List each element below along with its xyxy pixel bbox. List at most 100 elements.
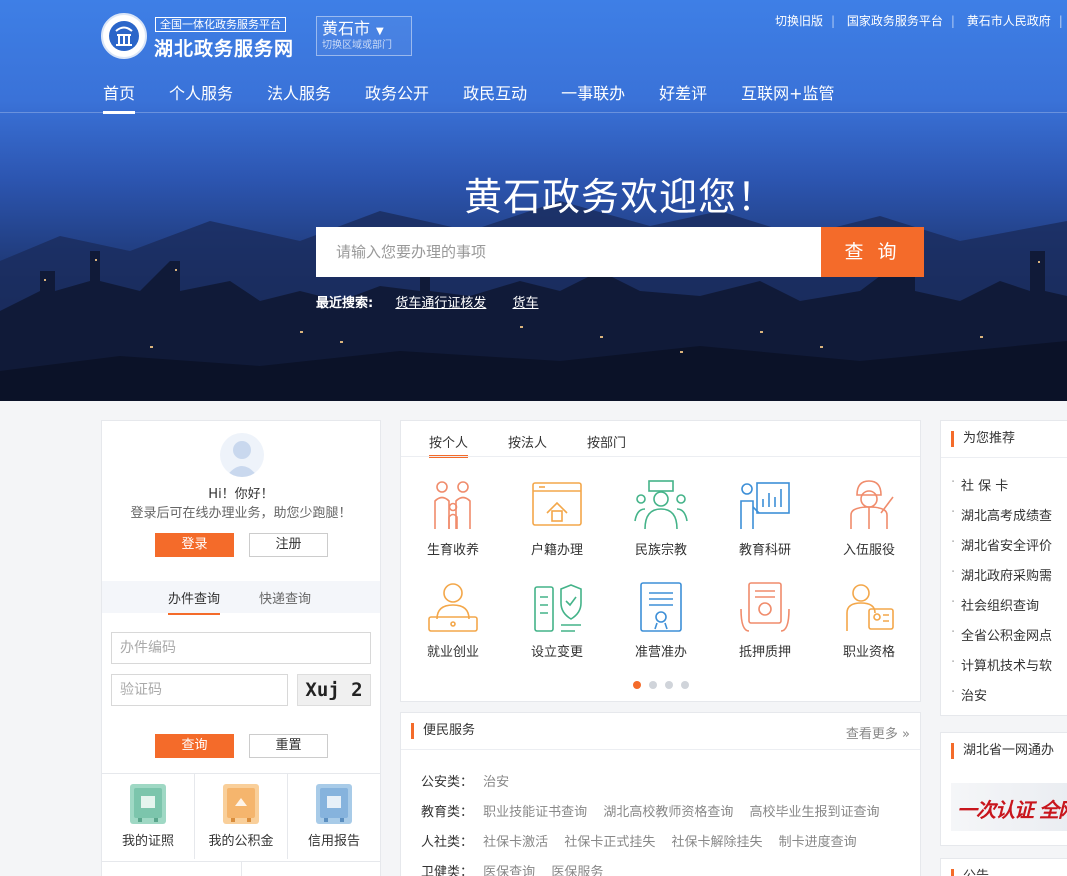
recommend-link[interactable]: 社会组织查询 (951, 595, 1039, 614)
user-panel: Hi！你好！ 登录后可在线办理业务，助您少跑腿！ 登录 注册 办件查询 快递查询… (101, 420, 381, 876)
service-link[interactable]: 社保卡正式挂失 (564, 835, 655, 850)
ethnic-religion-icon (634, 480, 688, 530)
query-tabs: 办件查询 快递查询 (102, 581, 380, 615)
category-item[interactable]: 民族宗教 (609, 477, 713, 558)
nav-gov-affairs[interactable]: 政务公开 (365, 84, 429, 114)
search-button[interactable]: 查 询 (821, 227, 924, 277)
category-panel: 按个人 按法人 按部门 生育收养 户籍办理 民族宗教 教育科研 入伍服役 就业创… (400, 420, 921, 702)
category-item[interactable]: 生育收养 (401, 477, 505, 558)
carousel-dot[interactable] (649, 681, 657, 689)
tab-express-query[interactable]: 快递查询 (259, 588, 311, 607)
recent-term-link[interactable]: 货车通行证核发 (395, 296, 486, 311)
category-item[interactable]: 就业创业 (401, 579, 505, 660)
service-link[interactable]: 医保查询 (483, 865, 535, 876)
logo-subtitle: 全国一体化政务服务平台 (155, 17, 286, 32)
service-link[interactable]: 社保卡激活 (483, 835, 548, 850)
service-link[interactable]: 湖北高校教师资格查询 (603, 805, 733, 820)
nav-supervision[interactable]: 互联网+监管 (741, 84, 834, 114)
recommend-link[interactable]: 社 保 卡 (951, 475, 1008, 494)
recommend-link[interactable]: 计算机技术与软 (951, 655, 1052, 674)
section-title: 湖北省一网通办 (951, 743, 1054, 759)
one-network-banner[interactable]: 一次认证 全网 (951, 783, 1067, 831)
reset-button[interactable]: 重置 (249, 734, 328, 758)
tab-case-query[interactable]: 办件查询 (168, 588, 221, 615)
row-label: 公安类： (421, 775, 474, 790)
hubei-emblem-logo[interactable] (101, 13, 147, 59)
link-national-platform[interactable]: 国家政务服务平台 (847, 14, 943, 28)
carousel-dot[interactable] (665, 681, 673, 689)
query-button[interactable]: 查询 (155, 734, 234, 758)
nav-one-thing[interactable]: 一事联办 (561, 84, 625, 114)
service-my-fund[interactable]: 我的公积金 (195, 774, 288, 859)
service-credit-report[interactable]: 信用报告 (288, 774, 380, 859)
service-row: 教育类： 职业技能证书查询 湖北高校教师资格查询 高校毕业生报到证查询 (421, 801, 891, 820)
category-label: 教育科研 (738, 543, 791, 558)
family-icon (434, 481, 471, 529)
service-link[interactable]: 社保卡解除挂失 (671, 835, 762, 850)
captcha-input[interactable] (111, 674, 288, 706)
nav-evaluation[interactable]: 好差评 (659, 84, 707, 114)
recommend-link[interactable]: 湖北高考成绩查 (951, 505, 1052, 524)
recommend-link[interactable]: 全省公积金网点 (951, 625, 1052, 644)
link-old-version[interactable]: 切换旧版 (775, 14, 823, 28)
region-switcher[interactable]: 黄石市 ▼ 切换区域或部门 (316, 16, 412, 56)
panel-footer (102, 861, 380, 876)
greeting-text: Hi！你好！ (208, 487, 274, 502)
carousel-dots (633, 681, 697, 689)
row-label: 人社类： (421, 835, 474, 850)
nav-interaction[interactable]: 政民互动 (463, 84, 527, 114)
nav-home[interactable]: 首页 (103, 84, 136, 114)
register-button[interactable]: 注册 (249, 533, 328, 557)
section-title: 为您推荐 (951, 431, 1015, 447)
category-item[interactable]: 入伍服役 (817, 477, 921, 558)
recent-searches: 最近搜索: 货车通行证核发 货车 (316, 292, 561, 311)
search-input[interactable] (316, 227, 822, 277)
service-row: 公安类： 治安 (421, 771, 521, 790)
professional-qualification-icon (846, 584, 894, 631)
view-more-link[interactable]: 查看更多 » (846, 723, 910, 742)
category-item[interactable]: 抵押质押 (713, 579, 817, 660)
recommend-link[interactable]: 治安 (951, 685, 987, 704)
category-item[interactable]: 教育科研 (713, 477, 817, 558)
service-link[interactable]: 职业技能证书查询 (483, 805, 587, 820)
tab-by-legal-person[interactable]: 按法人 (508, 432, 547, 451)
captcha-image[interactable]: Xuj 2 (297, 674, 371, 706)
carousel-dot[interactable] (633, 681, 641, 689)
service-row: 人社类： 社保卡激活 社保卡正式挂失 社保卡解除挂失 制卡进度查询 (421, 831, 869, 850)
fund-safe-icon (223, 784, 259, 824)
avatar (220, 433, 264, 477)
hero-banner: 全国一体化政务服务平台 湖北政务服务网 黄石市 ▼ 切换区域或部门 切换旧版 | 国… (0, 0, 1067, 401)
recommend-link[interactable]: 湖北省安全评价 (951, 535, 1052, 554)
recommend-link[interactable]: 湖北政府采购需 (951, 565, 1052, 584)
nav-personal[interactable]: 个人服务 (169, 84, 233, 114)
nav-legal-person[interactable]: 法人服务 (267, 84, 331, 114)
region-city: 黄石市 (322, 19, 371, 38)
service-link[interactable]: 医保服务 (551, 865, 603, 876)
case-code-input[interactable] (111, 632, 371, 664)
caret-down-icon: ▼ (376, 26, 384, 37)
view-more-label: 查看更多 (845, 727, 898, 742)
main-nav: 首页 个人服务 法人服务 政务公开 政民互动 一事联办 好差评 互联网+监管 (103, 84, 869, 114)
tab-by-department[interactable]: 按部门 (587, 432, 626, 451)
category-item[interactable]: 准营准办 (609, 579, 713, 660)
row-label: 教育类： (421, 805, 474, 820)
military-service-icon (850, 480, 894, 529)
category-item[interactable]: 设立变更 (505, 579, 609, 660)
recent-term-link[interactable]: 货车 (513, 296, 539, 311)
category-item[interactable]: 户籍办理 (505, 477, 609, 558)
service-link[interactable]: 治安 (483, 775, 509, 790)
link-city-government[interactable]: 黄石市人民政府 (967, 14, 1051, 28)
tab-divider (401, 456, 920, 457)
carousel-dot[interactable] (681, 681, 689, 689)
service-link[interactable]: 制卡进度查询 (779, 835, 857, 850)
category-label: 抵押质押 (738, 645, 791, 660)
recent-label: 最近搜索: (316, 296, 374, 311)
category-item[interactable]: 职业资格 (817, 579, 921, 660)
section-divider (941, 457, 1067, 458)
category-label: 入伍服役 (842, 543, 895, 558)
login-button[interactable]: 登录 (155, 533, 234, 557)
tab-by-person[interactable]: 按个人 (429, 432, 469, 458)
service-link[interactable]: 高校毕业生报到证查询 (749, 805, 879, 820)
site-title[interactable]: 湖北政务服务网 (154, 34, 294, 61)
service-my-license[interactable]: 我的证照 (102, 774, 195, 859)
